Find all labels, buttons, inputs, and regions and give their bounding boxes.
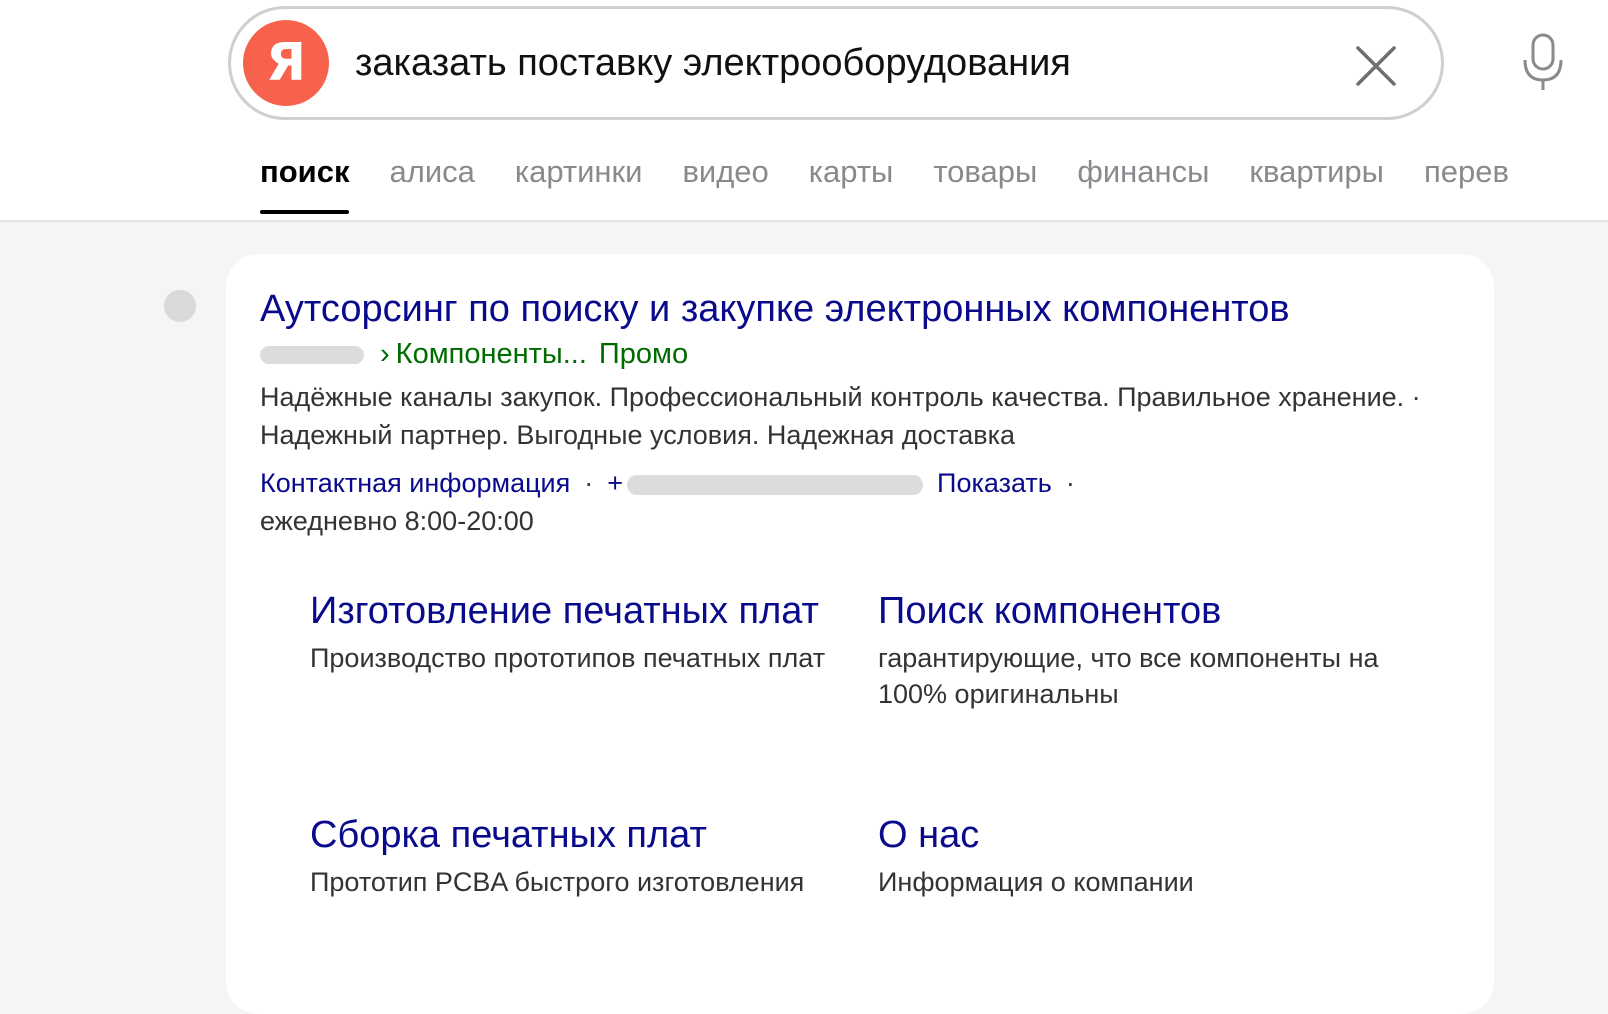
sitelink-title[interactable]: Сборка печатных плат [310,808,850,862]
tab-products[interactable]: товары [933,152,1037,192]
working-hours: ежедневно 8:00-20:00 [260,506,534,536]
tab-images[interactable]: картинки [515,152,643,192]
sitelink-desc: Прототип PCBA быстрого изготовления [310,867,805,897]
tab-maps[interactable]: карты [809,152,894,192]
tab-alice[interactable]: алиса [389,152,474,192]
promo-label: Промо [598,338,689,370]
sitelink-desc: гарантирующие, что все компоненты на 100… [878,643,1379,709]
hidden-domain [260,346,364,365]
breadcrumb-arrow: › [380,338,390,370]
tab-apartments[interactable]: квартиры [1249,152,1384,192]
tab-video[interactable]: видео [682,152,768,192]
close-icon[interactable] [1355,45,1397,87]
search-bar[interactable]: Я заказать поставку электрооборудования [228,6,1444,120]
result-favicon-placeholder [164,290,196,322]
microphone-icon[interactable] [1520,32,1570,92]
result-url-line: › Компоненты... Промо [260,336,688,372]
tab-search[interactable]: поиск [260,152,350,214]
tab-finance[interactable]: финансы [1077,152,1209,192]
phone-prefix[interactable]: + [607,468,623,498]
separator: · [584,468,594,498]
sitelink-pcb-assembly: Сборка печатных плат Прототип PCBA быстр… [310,808,850,900]
sitelink-desc: Производство прототипов печатных плат [310,643,826,673]
tab-translate[interactable]: перев [1424,152,1509,192]
contacts-line: Контактная информация · + Показать · ежедневн… [260,464,1430,540]
breadcrumb-link[interactable]: Компоненты... [396,338,587,370]
sitelink-title[interactable]: Поиск компонентов [878,584,1418,638]
search-input[interactable]: заказать поставку электрооборудования [355,41,1071,85]
yandex-logo[interactable]: Я [243,20,329,106]
search-header: Я заказать поставку электрооборудования … [0,0,1608,222]
hidden-phone [627,474,924,495]
sitelink-about: О нас Информация о компании [878,808,1418,900]
search-tabs: поиск алиса картинки видео карты товары финанс… [260,152,1549,214]
sitelink-title[interactable]: О нас [878,808,1418,862]
ad-result-card: Аутсорсинг по поиску и закупке электронн… [226,254,1494,1014]
sitelink-desc: Информация о компании [878,867,1194,897]
result-snippet: Надёжные каналы закупок. Профессиональны… [260,382,1421,450]
sitelink-pcb-manufacturing: Изготовление печатных плат Производство … [310,584,850,676]
result-title-link[interactable]: Аутсорсинг по поиску и закупке электронн… [260,286,1290,332]
sitelink-component-search: Поиск компонентов гарантирующие, что все… [878,584,1418,712]
show-phone-link[interactable]: Показать [937,468,1052,498]
separator: · [1065,468,1075,498]
sitelink-title[interactable]: Изготовление печатных плат [310,584,850,638]
contact-info-link[interactable]: Контактная информация [260,468,570,498]
